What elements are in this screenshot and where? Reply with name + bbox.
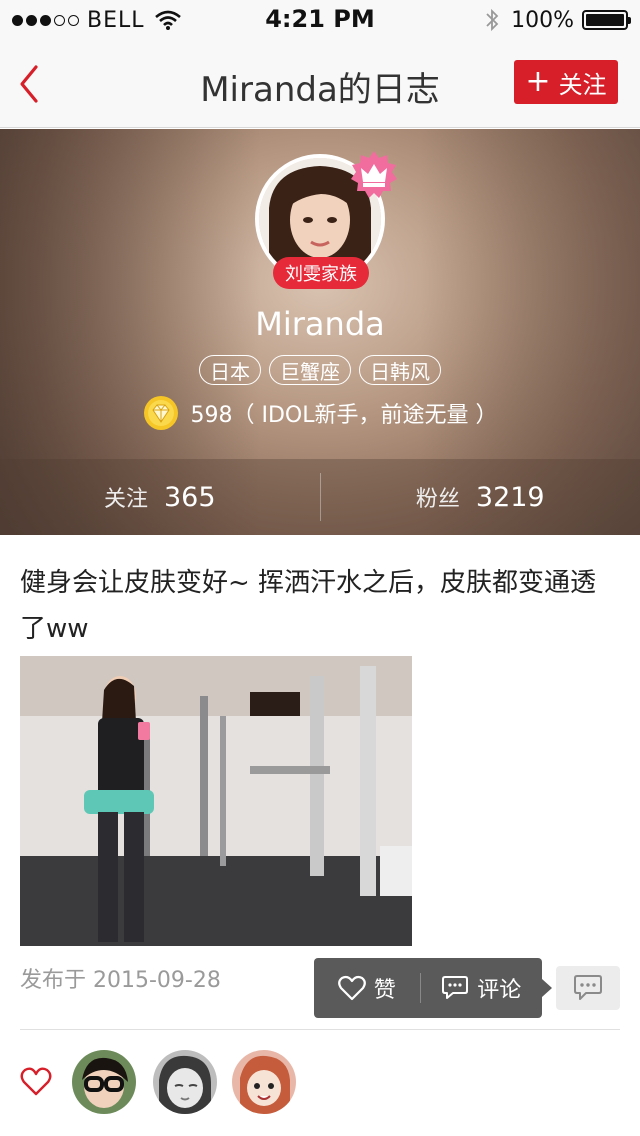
divider [20, 1029, 620, 1030]
status-right: 100% [485, 6, 631, 34]
comment-button[interactable]: 评论 [421, 958, 542, 1018]
diamond-icon [143, 396, 178, 430]
family-badge[interactable]: 刘雯家族 [273, 257, 369, 289]
fans-label: 粉丝 [415, 487, 460, 512]
following-label: 关注 [103, 487, 148, 512]
bluetooth-icon [486, 8, 499, 32]
comment-bubble-icon [442, 976, 469, 999]
post-photo[interactable] [20, 656, 412, 946]
heart-icon[interactable] [20, 1066, 52, 1098]
like-button[interactable]: 赞 [314, 958, 420, 1018]
post-date: 发布于 2015-09-28 [20, 968, 221, 993]
fans-count: 3219 [475, 481, 545, 513]
follow-button[interactable]: + 关注 [514, 60, 618, 104]
liker-avatar[interactable] [153, 1050, 217, 1114]
level-row: 598（ IDOL新手，前途无量 ） [0, 395, 640, 431]
profile-tags: 日本 巨蟹座 日韩风 [0, 355, 640, 385]
plus-icon: + [525, 64, 551, 99]
like-label: 赞 [373, 978, 396, 1003]
nav-bar: Miranda的日志 + 关注 [0, 40, 640, 128]
comment-bubble-icon [574, 975, 602, 1000]
heart-icon [337, 975, 366, 1001]
action-popup: 赞 评论 [314, 958, 552, 1018]
comment-label: 评论 [477, 978, 522, 1003]
battery-percent: 100% [511, 7, 574, 33]
following-count: 365 [163, 481, 216, 513]
follow-label: 关注 [558, 70, 607, 99]
profile-tag[interactable]: 日韩风 [359, 355, 441, 385]
profile-header: 刘雯家族 Miranda 日本 巨蟹座 日韩风 598（ IDOL新手，前途无量… [0, 129, 640, 535]
profile-tag[interactable]: 日本 [199, 355, 261, 385]
battery-icon [582, 10, 631, 30]
crown-icon [351, 151, 397, 198]
stats-bar: 关注 365 粉丝 3219 [0, 459, 640, 535]
profile-name: Miranda [255, 305, 385, 343]
fans-stat[interactable]: 粉丝 3219 [321, 459, 640, 535]
liker-avatar[interactable] [232, 1050, 296, 1114]
level-text: 598（ IDOL新手，前途无量 ） [190, 403, 498, 428]
status-bar: BELL 4:21 PM 100% [0, 0, 640, 40]
more-actions-button[interactable] [556, 966, 620, 1010]
liker-avatar[interactable] [72, 1050, 136, 1114]
post-text: 健身会让皮肤变好~ 挥洒汗水之后，皮肤都变通透了ww [20, 568, 597, 644]
profile-tag[interactable]: 巨蟹座 [269, 355, 351, 385]
following-stat[interactable]: 关注 365 [0, 459, 320, 535]
